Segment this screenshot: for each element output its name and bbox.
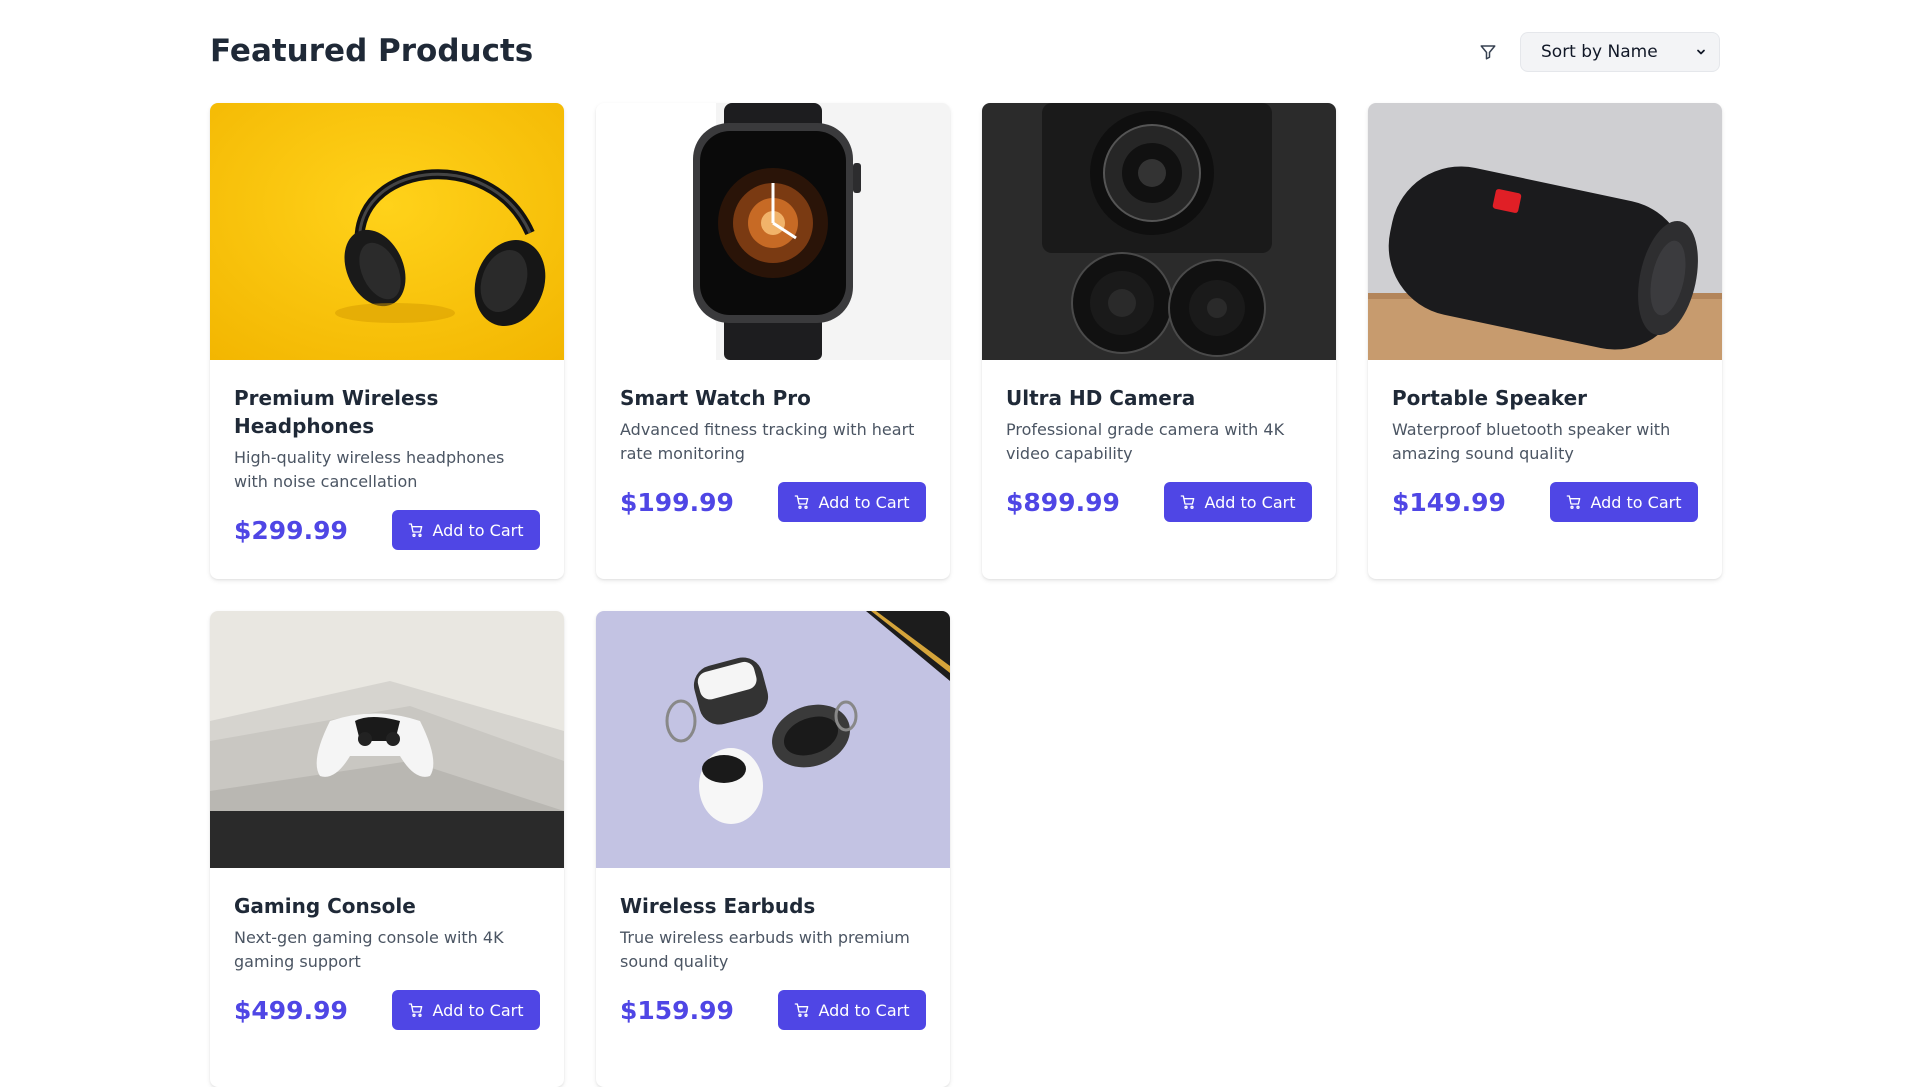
product-title: Ultra HD Camera [1006,386,1196,410]
product-footer: $149.99 Add to Cart [1392,482,1698,522]
product-card: Gaming Console Next-gen gaming console w… [210,611,564,1087]
product-title: Gaming Console [234,894,416,918]
product-footer: $199.99 Add to Cart [620,482,926,522]
product-footer: $499.99 Add to Cart [234,990,540,1030]
add-to-cart-label: Add to Cart [432,520,524,540]
console-image [210,611,564,868]
camera-image [982,103,1336,360]
product-card: Smart Watch Pro Advanced fitness trackin… [596,103,950,579]
product-price: $299.99 [234,515,348,545]
add-to-cart-label: Add to Cart [818,1000,910,1020]
header-controls: Sort by Name [1468,32,1720,72]
product-card: Premium Wireless Headphones High-quality… [210,103,564,579]
cart-icon [409,1003,423,1017]
cart-icon [1181,495,1195,509]
add-to-cart-label: Add to Cart [432,1000,524,1020]
chevron-down-icon [1697,49,1705,55]
product-grid: Premium Wireless Headphones High-quality… [210,103,1722,1087]
sort-select-value: Sort by Name [1541,42,1658,62]
product-description: True wireless earbuds with premium sound… [620,928,910,971]
product-card: Wireless Earbuds True wireless earbuds w… [596,611,950,1087]
header: Featured Products Sort by Name [210,0,1720,103]
product-title: Wireless Earbuds [620,894,816,918]
product-price: $199.99 [620,487,734,517]
add-to-cart-label: Add to Cart [1204,492,1296,512]
product-price: $499.99 [234,995,348,1025]
add-to-cart-button[interactable]: Add to Cart [1550,482,1698,522]
smartwatch-image [596,103,950,360]
page: Featured Products Sort by Name Premium W… [210,0,1722,1087]
add-to-cart-label: Add to Cart [1590,492,1682,512]
page-title: Featured Products [210,33,534,69]
product-card: Portable Speaker Waterproof bluetooth sp… [1368,103,1722,579]
product-title: Smart Watch Pro [620,386,811,410]
product-price: $899.99 [1006,487,1120,517]
add-to-cart-button[interactable]: Add to Cart [392,510,540,550]
add-to-cart-label: Add to Cart [818,492,910,512]
product-card: Ultra HD Camera Professional grade camer… [982,103,1336,579]
product-price: $159.99 [620,995,734,1025]
product-description: High-quality wireless headphones with no… [234,448,505,491]
add-to-cart-button[interactable]: Add to Cart [392,990,540,1030]
product-title: Portable Speaker [1392,386,1587,410]
cart-icon [795,495,809,509]
add-to-cart-button[interactable]: Add to Cart [1164,482,1312,522]
cart-icon [409,523,423,537]
product-description: Professional grade camera with 4K video … [1006,420,1285,463]
filter-icon[interactable] [1468,32,1508,72]
headphones-image [210,103,564,360]
product-price: $149.99 [1392,487,1506,517]
product-description: Waterproof bluetooth speaker with amazin… [1392,420,1671,463]
product-description: Next-gen gaming console with 4K gaming s… [234,928,504,971]
sort-select[interactable]: Sort by Name [1520,32,1720,72]
add-to-cart-button[interactable]: Add to Cart [778,482,926,522]
cart-icon [795,1003,809,1017]
speaker-image [1368,103,1722,360]
product-footer: $899.99 Add to Cart [1006,482,1312,522]
product-footer: $159.99 Add to Cart [620,990,926,1030]
product-footer: $299.99 Add to Cart [234,510,540,550]
earbuds-image [596,611,950,868]
cart-icon [1567,495,1581,509]
product-description: Advanced fitness tracking with heart rat… [620,420,915,463]
product-title: Premium Wireless Headphones [234,386,439,438]
add-to-cart-button[interactable]: Add to Cart [778,990,926,1030]
